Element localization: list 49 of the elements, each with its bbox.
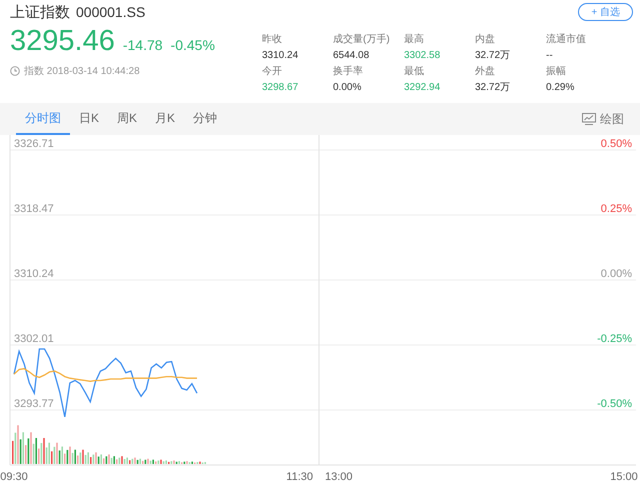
- price-axis-label: 3326.71: [14, 138, 54, 150]
- chart-tab[interactable]: 月K: [146, 103, 184, 135]
- chart-tab[interactable]: 周K: [108, 103, 146, 135]
- stat-value: 6544.08: [333, 49, 370, 62]
- chart-tab[interactable]: 分时图: [16, 103, 70, 135]
- percent-axis-label: 0.25%: [600, 203, 632, 216]
- percent-axis-label: 0.50%: [600, 138, 632, 150]
- price-change-percent: -0.45%: [170, 37, 215, 53]
- price-axis-label: 3310.24: [14, 268, 54, 280]
- stat-value: 3310.24: [262, 49, 300, 62]
- chart-tab[interactable]: 日K: [70, 103, 108, 135]
- chart-icon: [582, 113, 596, 125]
- timestamp: 指数 2018-03-14 10:44:28: [24, 64, 140, 78]
- stat-value: 32.72万: [475, 81, 512, 94]
- stat-value: 0.00%: [333, 81, 362, 94]
- stat-label: 最低: [404, 65, 425, 78]
- stat-value: --: [546, 49, 554, 62]
- price-change: -14.78: [122, 37, 163, 53]
- stat-value: 0.29%: [546, 81, 576, 94]
- stat-value: 3302.58: [404, 49, 442, 62]
- time-axis-label: 15:00: [610, 471, 638, 483]
- stat-label: 昨收: [262, 33, 283, 46]
- stat-label: 外盘: [475, 65, 496, 78]
- stat-value: 32.72万: [475, 49, 512, 62]
- index-name: 上证指数: [10, 3, 70, 22]
- add-watchlist-button[interactable]: + 自选: [578, 3, 633, 21]
- stat-label: 内盘: [475, 33, 496, 46]
- draw-button[interactable]: 绘图: [576, 103, 630, 135]
- stat-value: 3292.94: [404, 81, 442, 94]
- percent-axis-label: -0.25%: [597, 332, 632, 345]
- price: 3295.46: [10, 25, 115, 58]
- stat-value: 3298.67: [262, 81, 300, 94]
- stat-label: 成交量(万手): [333, 33, 391, 46]
- index-code: 000001.SS: [76, 4, 146, 20]
- stat-label: 振幅: [546, 65, 567, 78]
- time-axis-label: 09:30: [0, 471, 28, 483]
- percent-axis-label: 0.00%: [600, 268, 632, 280]
- price-axis-label: 3293.77: [14, 398, 54, 410]
- clock-icon: [10, 66, 20, 76]
- time-axis-label: 11:30: [286, 471, 313, 483]
- price-axis-label: 3302.01: [14, 332, 54, 345]
- chart-tab[interactable]: 分钟: [184, 103, 226, 135]
- price-axis-label: 3318.47: [14, 203, 54, 216]
- time-axis-label: 13:00: [325, 471, 353, 483]
- percent-axis-label: -0.50%: [597, 398, 632, 410]
- stat-label: 最高: [404, 33, 425, 46]
- stat-label: 流通市值: [546, 33, 587, 46]
- stat-label: 今开: [262, 65, 283, 78]
- stat-label: 换手率: [333, 65, 364, 78]
